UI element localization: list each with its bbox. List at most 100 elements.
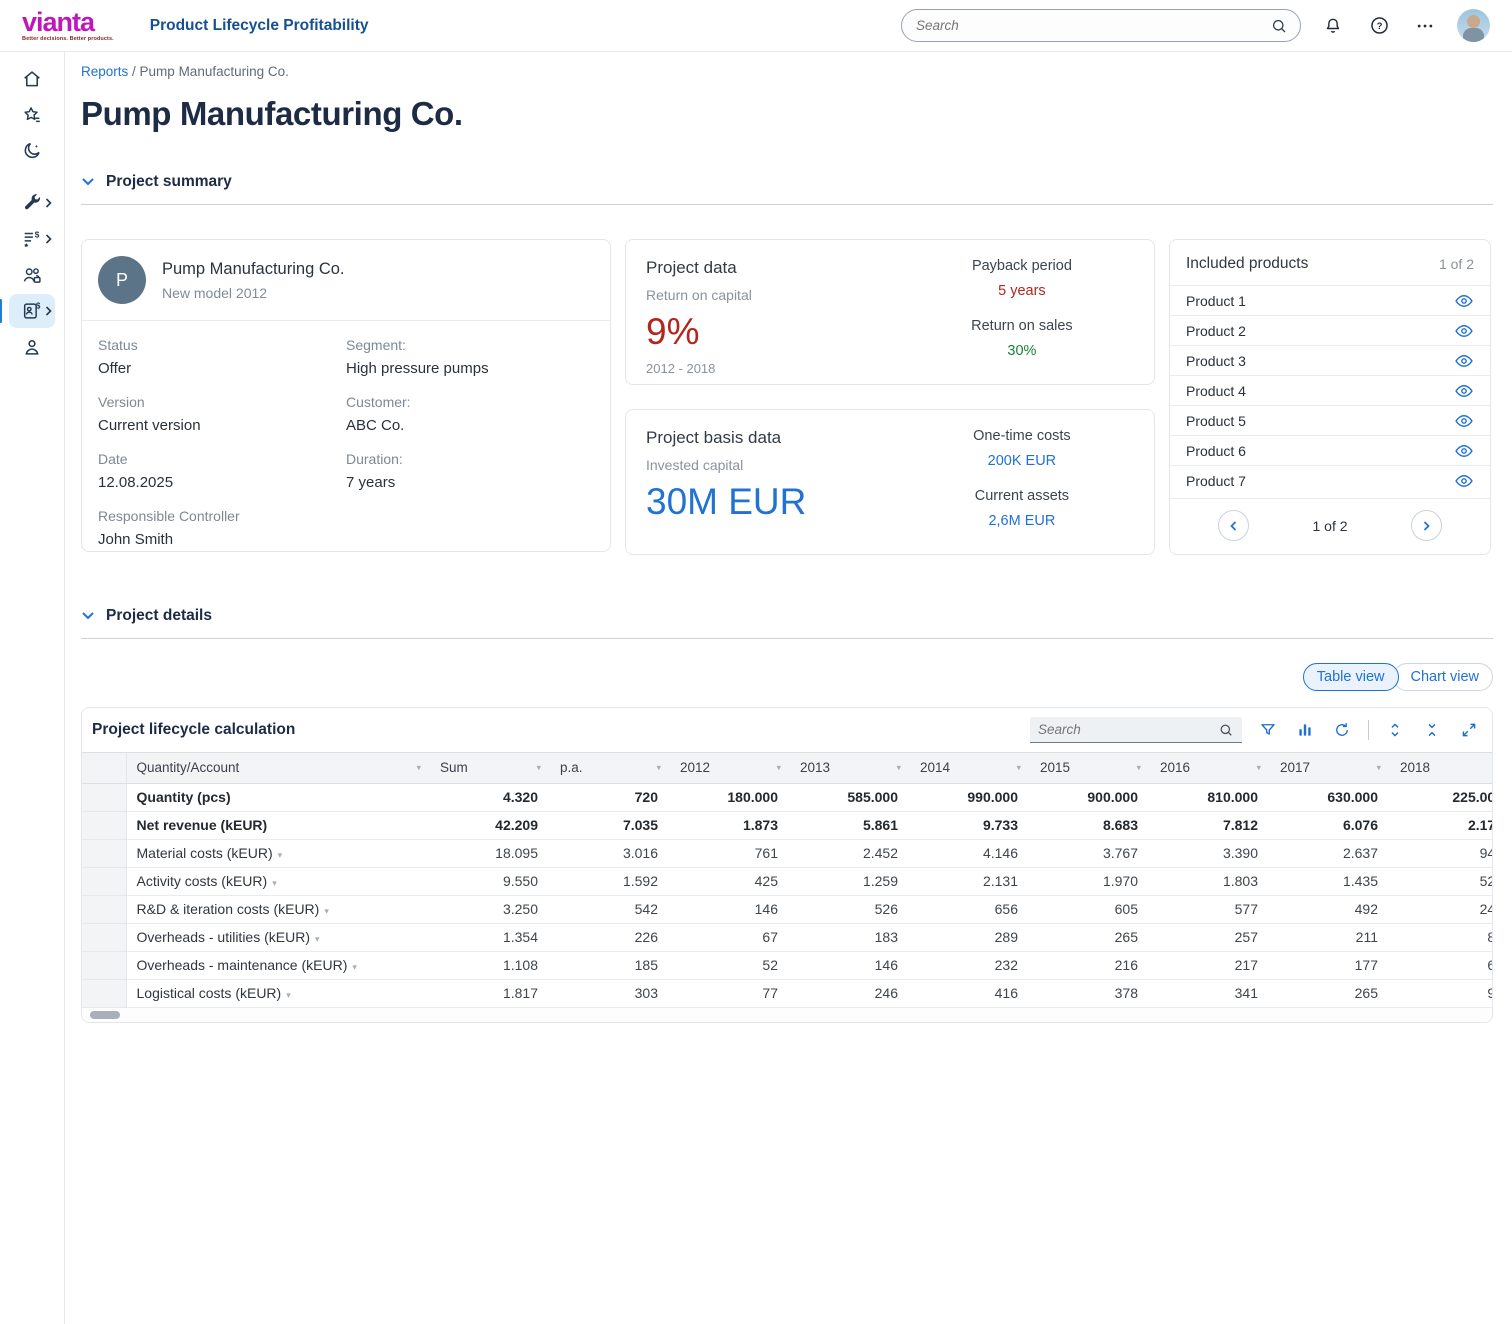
brand-logo[interactable]: vianta Better decisions. Better products…: [22, 9, 114, 43]
column-label: 2015: [1040, 760, 1070, 775]
bar-chart-icon: [1296, 721, 1314, 739]
cell-value: 18.095: [430, 839, 550, 867]
visibility-toggle-button[interactable]: [1454, 291, 1474, 311]
visibility-toggle-button[interactable]: [1454, 321, 1474, 341]
expand-rows-button[interactable]: [1384, 719, 1406, 741]
sidebar-item-home[interactable]: [9, 62, 55, 96]
visibility-toggle-button[interactable]: [1454, 441, 1474, 461]
cell-value: 177: [1270, 951, 1390, 979]
column-header[interactable]: p.a. ▾: [550, 753, 670, 783]
logo-text: vianta: [22, 9, 114, 36]
company-subtitle: New model 2012: [162, 285, 345, 301]
column-label: 2017: [1280, 760, 1310, 775]
column-menu-caret[interactable]: ▾: [1376, 762, 1381, 773]
sidebar-item-reports[interactable]: $: [9, 294, 55, 328]
row-expand-caret[interactable]: ▾: [286, 990, 291, 1000]
side-metric: Payback period5 years: [972, 258, 1072, 299]
column-menu-caret[interactable]: ▾: [896, 762, 901, 773]
table-row: Logistical costs (kEUR)▾1.81730377246416…: [82, 979, 1492, 1007]
visibility-toggle-button[interactable]: [1454, 471, 1474, 491]
eye-icon: [1454, 411, 1474, 431]
sidebar-item-recent[interactable]: [9, 134, 55, 168]
column-header[interactable]: 2012▾: [670, 753, 790, 783]
cell-value: 257: [1150, 923, 1270, 951]
table-body: Quantity (pcs)4.320720180.000585.000990.…: [82, 783, 1492, 1007]
chart-button[interactable]: [1294, 719, 1316, 741]
eye-icon: [1454, 351, 1474, 371]
product-row: Product 2: [1170, 315, 1490, 345]
row-expand-caret[interactable]: ▾: [315, 934, 320, 944]
search-icon[interactable]: [1218, 722, 1234, 738]
section-project-summary[interactable]: Project summary: [81, 173, 1493, 191]
sidebar-item-account[interactable]: [9, 330, 55, 364]
row-handle: [82, 839, 126, 867]
refresh-button[interactable]: [1331, 719, 1353, 741]
next-page-button[interactable]: [1411, 510, 1442, 541]
column-header[interactable]: Quantity/Account▾: [126, 753, 430, 783]
help-icon: ?: [1369, 15, 1390, 36]
sidebar-item-customers[interactable]: [9, 258, 55, 292]
column-header[interactable]: 2016▾: [1150, 753, 1270, 783]
column-menu-caret[interactable]: ▾: [1136, 762, 1141, 773]
column-header[interactable]: Sum▾: [430, 753, 550, 783]
notifications-button[interactable]: [1319, 12, 1347, 40]
table-viewport: Quantity/Account▾Sum▾p.a.▾2012▾2013▾2014…: [82, 752, 1492, 1008]
company-avatar: P: [98, 256, 146, 304]
cell-value: 146: [670, 895, 790, 923]
cell-value: 185: [550, 951, 670, 979]
cell-value: 2.131: [910, 867, 1030, 895]
chart-view-button[interactable]: Chart view: [1393, 663, 1494, 691]
row-expand-caret[interactable]: ▾: [278, 850, 283, 860]
column-label: p.a.: [560, 760, 583, 775]
help-button[interactable]: ?: [1365, 12, 1393, 40]
cell-value: 585.000: [790, 783, 910, 811]
table-view-button[interactable]: Table view: [1303, 663, 1399, 691]
visibility-toggle-button[interactable]: [1454, 411, 1474, 431]
column-header[interactable]: 2018▾: [1390, 753, 1492, 783]
column-menu-caret[interactable]: ▾: [1016, 762, 1021, 773]
included-products-card: Included products 1 of 2 Product 1Produc…: [1169, 239, 1491, 555]
sidebar-item-favorites[interactable]: [9, 98, 55, 132]
column-header[interactable]: 2013▾: [790, 753, 910, 783]
column-menu-caret[interactable]: ▾: [1256, 762, 1261, 773]
side-metric-value[interactable]: 2,6M EUR: [975, 513, 1069, 529]
column-menu-caret[interactable]: ▾: [776, 762, 781, 773]
wrench-icon: [21, 192, 43, 214]
global-search[interactable]: [901, 9, 1301, 42]
visibility-toggle-button[interactable]: [1454, 351, 1474, 371]
table-row: R&D & iteration costs (kEUR)▾3.250542146…: [82, 895, 1492, 923]
row-expand-caret[interactable]: ▾: [324, 906, 329, 916]
scrollbar-thumb[interactable]: [90, 1011, 120, 1019]
table-search[interactable]: [1030, 717, 1242, 743]
breadcrumb-link-reports[interactable]: Reports: [81, 64, 128, 79]
row-label: Overheads - maintenance (kEUR)▾: [126, 951, 430, 979]
svg-text:$: $: [35, 231, 40, 240]
filter-button[interactable]: [1257, 719, 1279, 741]
prev-page-button[interactable]: [1218, 510, 1249, 541]
column-header[interactable]: 2015 ▾: [1030, 753, 1150, 783]
row-expand-caret[interactable]: ▾: [272, 878, 277, 888]
visibility-toggle-button[interactable]: [1454, 381, 1474, 401]
column-menu-caret[interactable]: ▾: [656, 762, 661, 773]
cell-value: 6.076: [1270, 811, 1390, 839]
side-metric-value[interactable]: 200K EUR: [973, 453, 1071, 469]
product-label: Product 3: [1186, 353, 1246, 369]
column-menu-caret[interactable]: ▾: [416, 762, 421, 773]
row-label: Material costs (kEUR)▾: [126, 839, 430, 867]
section-project-details[interactable]: Project details: [81, 607, 1493, 625]
search-input[interactable]: [916, 18, 1270, 33]
collapse-rows-button[interactable]: [1421, 719, 1443, 741]
user-avatar[interactable]: [1457, 9, 1490, 42]
cell-value: 425: [670, 867, 790, 895]
sidebar-item-pricing[interactable]: $: [9, 222, 55, 256]
more-menu-button[interactable]: [1411, 12, 1439, 40]
sidebar-item-tools[interactable]: [9, 186, 55, 220]
column-header[interactable]: 2017 ▾: [1270, 753, 1390, 783]
table-search-input[interactable]: [1038, 722, 1218, 737]
column-header[interactable]: 2014▾: [910, 753, 1030, 783]
row-expand-caret[interactable]: ▾: [352, 962, 357, 972]
fullscreen-button[interactable]: [1458, 719, 1480, 741]
column-menu-caret[interactable]: ▾: [536, 762, 541, 773]
company-field: StatusOffer: [98, 337, 346, 377]
search-icon[interactable]: [1270, 17, 1288, 35]
